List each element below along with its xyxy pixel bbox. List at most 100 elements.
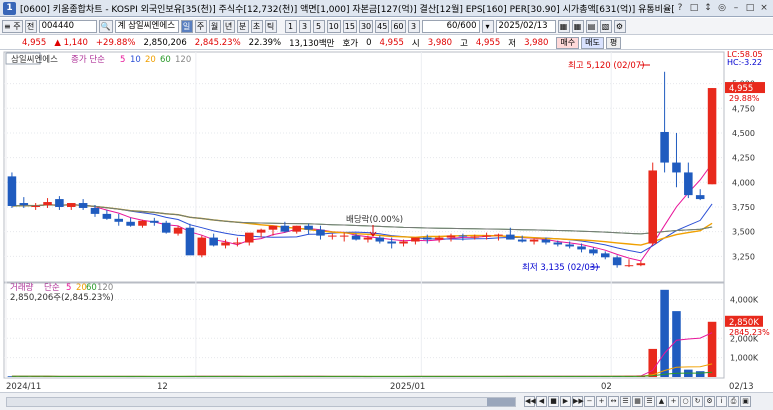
- print-icon[interactable]: ⎙: [728, 396, 739, 407]
- buy-button[interactable]: 매수: [556, 36, 580, 49]
- scroll-next-icon[interactable]: ▶: [560, 396, 571, 407]
- gear-small-icon[interactable]: ⚙: [704, 396, 715, 407]
- period-year-button[interactable]: 년: [222, 19, 235, 33]
- candle-body: [7, 176, 17, 206]
- scroll-thumb[interactable]: [487, 398, 515, 406]
- price-tick-label: 3,250: [732, 252, 755, 261]
- current-volume-rate-text: 2845.23%: [729, 328, 770, 337]
- save-icon[interactable]: ▣: [740, 396, 751, 407]
- interval-5-button[interactable]: 5: [312, 19, 325, 33]
- candle-body: [244, 232, 254, 243]
- list-icon[interactable]: ▤: [585, 19, 598, 33]
- price-change-rate: +29.88%: [95, 37, 136, 48]
- candle-body: [672, 162, 681, 173]
- interval-30-button[interactable]: 30: [358, 19, 374, 33]
- crosshair-icon[interactable]: +: [668, 396, 679, 407]
- period-month-button[interactable]: 월: [208, 19, 221, 33]
- search-small-icon[interactable]: ○: [680, 396, 691, 407]
- turnover-rate: 22.39%: [248, 37, 282, 48]
- menu-icon[interactable]: ☰: [644, 396, 655, 407]
- candle-body: [78, 203, 88, 208]
- legend-ma5: 5: [120, 55, 125, 65]
- settings-button[interactable]: ◎: [716, 2, 728, 14]
- interval-custom-button[interactable]: 3: [407, 19, 420, 33]
- zoom-out-icon[interactable]: −: [584, 396, 595, 407]
- pattern-icon[interactable]: ▧: [599, 19, 612, 33]
- x-label-02: 02: [601, 382, 612, 392]
- stock-code-input[interactable]: 004440: [38, 19, 97, 33]
- scroll-last-icon[interactable]: ▶▶: [572, 396, 584, 407]
- gear-icon[interactable]: ⚙: [613, 19, 626, 33]
- candle-body: [209, 237, 218, 246]
- chart-scroll-bar[interactable]: ◀◀ ◀ ■ ▶ ▶▶ − + ↔ ☰ ▦ ☰ ▲ + ○ ↻ ⚙ i ⎙ ▣: [0, 392, 773, 410]
- interval-1-button[interactable]: 1: [284, 19, 297, 33]
- scroll-prev-icon[interactable]: ◀: [536, 396, 547, 407]
- candle-body: [695, 195, 705, 200]
- interval-15-button[interactable]: 15: [342, 19, 357, 33]
- current-rate-marker-text: 29.88%: [729, 94, 760, 103]
- candle-body: [660, 131, 669, 163]
- screen-button[interactable]: □: [688, 2, 700, 14]
- count-input[interactable]: 60/600: [421, 19, 480, 33]
- info-icon[interactable]: i: [716, 396, 727, 407]
- open-label: 시: [411, 38, 420, 49]
- candle-body: [434, 237, 444, 240]
- minimize-button[interactable]: –: [730, 2, 742, 14]
- market-select[interactable]: 전: [24, 19, 37, 33]
- expand-icon[interactable]: ▲: [656, 396, 667, 407]
- grid-view-icon[interactable]: ▦: [632, 396, 643, 407]
- period-tick-button[interactable]: 틱: [264, 19, 277, 33]
- scroll-first-icon[interactable]: ◀◀: [524, 396, 536, 407]
- candle-body: [399, 241, 408, 244]
- even-button[interactable]: 평: [605, 36, 622, 49]
- interval-45-button[interactable]: 45: [375, 19, 390, 33]
- interval-60-button[interactable]: 60: [391, 19, 406, 33]
- candle-body: [517, 239, 527, 242]
- scroll-track[interactable]: [6, 397, 516, 407]
- candle-body: [506, 234, 515, 240]
- candle-body: [304, 225, 313, 230]
- link-button[interactable]: ↕: [702, 2, 714, 14]
- candle-body: [351, 235, 361, 240]
- legend-stock-name: 삼일씨엔에스: [11, 54, 58, 65]
- candle-body: [624, 265, 634, 267]
- candle-body: [150, 220, 159, 223]
- calendar-icon[interactable]: ▦: [557, 19, 570, 33]
- candle-body: [636, 263, 646, 266]
- period-week-button[interactable]: 주: [194, 19, 207, 33]
- x-label-2024-11: 2024/11: [6, 382, 41, 392]
- stock-name-field[interactable]: 계 삼일씨엔에스: [114, 19, 179, 33]
- candle-body: [375, 237, 385, 242]
- layout-icon[interactable]: ▦: [571, 19, 584, 33]
- interval-10-button[interactable]: 10: [326, 19, 341, 33]
- stop-icon[interactable]: ■: [548, 396, 559, 407]
- period-day-button[interactable]: 일: [180, 19, 193, 33]
- hc-label: HC:-3.22: [727, 58, 762, 67]
- close-button[interactable]: ×: [758, 2, 770, 14]
- maximize-button[interactable]: □: [744, 2, 756, 14]
- candle-body: [529, 239, 539, 242]
- quote-label: 호가: [342, 38, 359, 49]
- legend-ma-label: 종가 단순: [71, 54, 105, 65]
- window-title: [0600] 키움종합차트 - KOSPI 외국인보유[35(천)] 주식수[1…: [20, 4, 674, 15]
- sell-button[interactable]: 매도: [581, 36, 604, 49]
- date-input[interactable]: 2025/02/13: [495, 19, 556, 33]
- refresh-icon[interactable]: ↻: [692, 396, 703, 407]
- legend-ma10: 10: [130, 55, 141, 65]
- close-price: 4,955: [379, 37, 404, 48]
- period-minute-button[interactable]: 분: [236, 19, 249, 33]
- interval-3-button[interactable]: 3: [298, 19, 311, 33]
- candle-body: [458, 235, 468, 237]
- candle-body: [31, 205, 40, 207]
- stock-chart[interactable]: 3,2503,5003,7504,0004,2504,5004,7505,000…: [0, 51, 773, 392]
- dividend-label: 배당락(0.00%): [346, 214, 403, 225]
- chevron-down-icon[interactable]: ▾: [481, 19, 494, 33]
- period-second-button[interactable]: 초: [250, 19, 263, 33]
- candle-body: [185, 227, 195, 256]
- menu-button[interactable]: ≡ 주: [2, 19, 23, 33]
- search-icon[interactable]: 🔍: [98, 19, 113, 33]
- list-view-icon[interactable]: ☰: [620, 396, 631, 407]
- help-button[interactable]: ?: [674, 2, 686, 14]
- zoom-in-icon[interactable]: +: [596, 396, 607, 407]
- fit-icon[interactable]: ↔: [608, 396, 619, 407]
